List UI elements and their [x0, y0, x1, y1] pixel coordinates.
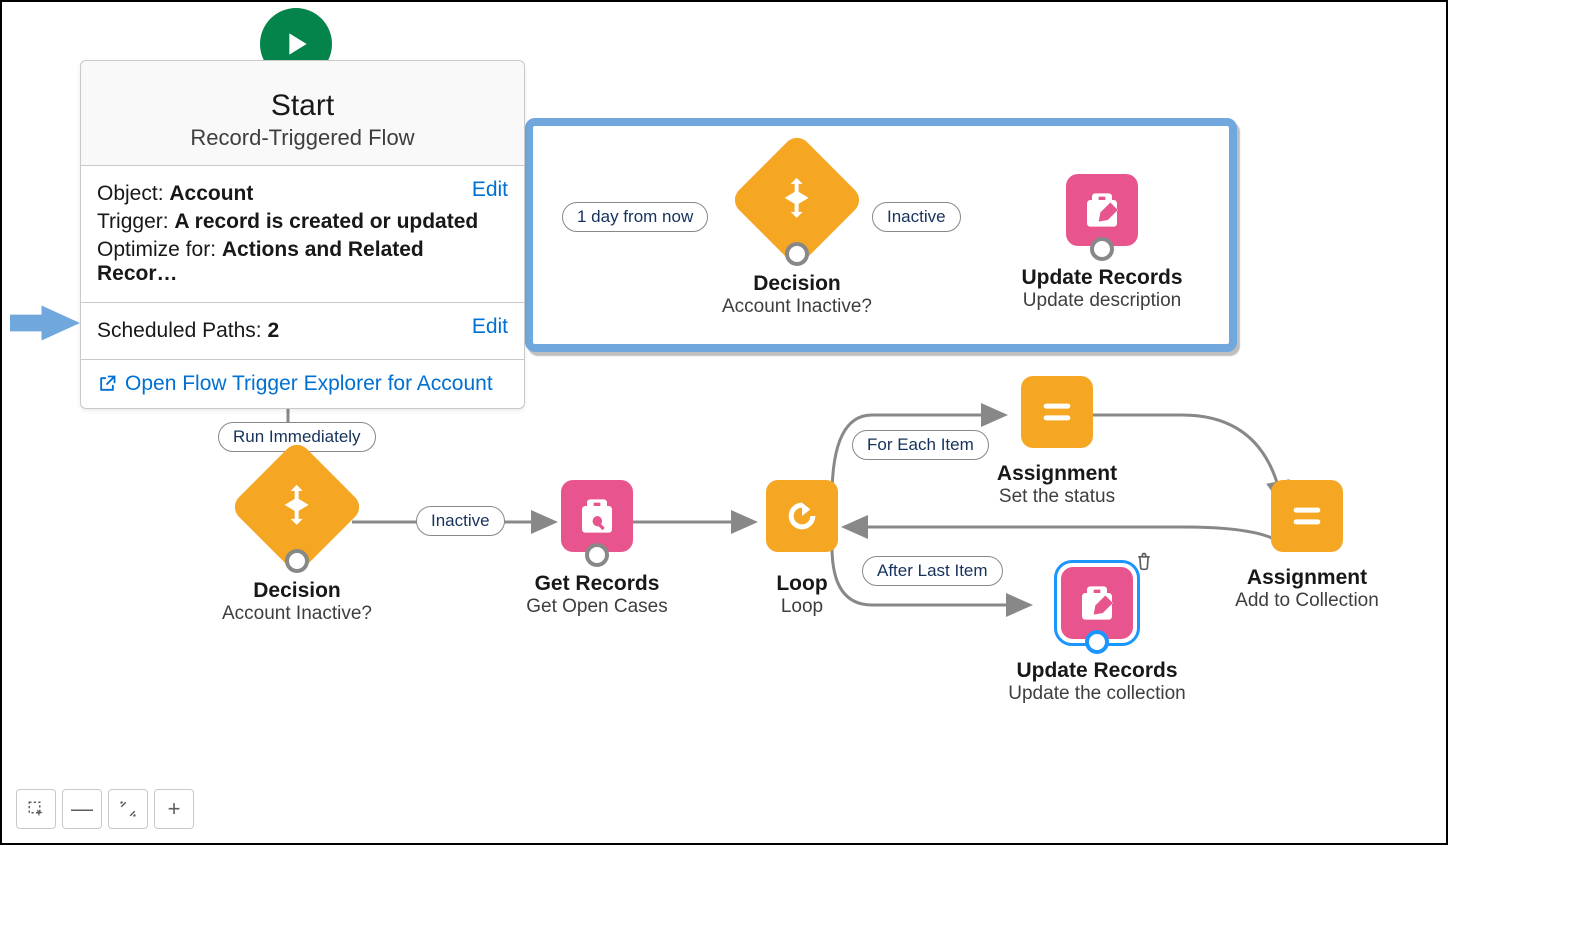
node-get-records[interactable]: Get Records Get Open Cases [512, 480, 682, 618]
node-assignment-collection[interactable]: Assignment Add to Collection [1212, 480, 1402, 612]
equals-icon [1287, 496, 1327, 536]
edit-start-config[interactable]: Edit [472, 178, 508, 202]
flow-canvas[interactable]: Start Record-Triggered Flow Edit Object:… [0, 0, 1448, 845]
node-title: Update Records [1002, 659, 1192, 683]
select-tool-button[interactable] [16, 789, 56, 829]
outcome-pill-inactive-scheduled[interactable]: Inactive [872, 202, 961, 232]
node-decision-scheduled[interactable]: Decision Account Inactive? [722, 152, 872, 318]
annotation-arrow-icon [10, 298, 80, 348]
decision-icon [273, 481, 321, 529]
node-sub: Get Open Cases [512, 596, 682, 618]
node-sub: Account Inactive? [722, 296, 872, 318]
start-config-section: Edit Object: Account Trigger: A record i… [81, 165, 524, 302]
start-title: Start [97, 89, 508, 123]
node-sub: Add to Collection [1212, 590, 1402, 612]
decision-icon [773, 174, 821, 222]
node-sub: Update the collection [1002, 683, 1192, 705]
node-title: Assignment [972, 462, 1142, 486]
after-last-pill[interactable]: After Last Item [862, 556, 1003, 586]
external-link-icon [97, 374, 117, 394]
scheduled-path-pill[interactable]: 1 day from now [562, 202, 708, 232]
node-update-records-scheduled[interactable]: Update Records Update description [1012, 174, 1192, 312]
scheduled-label: Scheduled Paths: [97, 319, 262, 342]
zoom-out-button[interactable]: — [62, 789, 102, 829]
node-title: Loop [752, 572, 852, 596]
equals-icon [1037, 392, 1077, 432]
node-sub: Account Inactive? [212, 603, 382, 625]
node-sub: Update description [1012, 290, 1192, 312]
scheduled-value: 2 [267, 319, 279, 342]
node-loop[interactable]: Loop Loop [752, 480, 852, 618]
fit-icon [119, 800, 137, 818]
trigger-value: A record is created or updated [174, 210, 478, 233]
loop-icon [782, 496, 822, 536]
node-title: Get Records [512, 572, 682, 596]
clipboard-edit-icon [1082, 190, 1122, 230]
clipboard-search-icon [577, 496, 617, 536]
trigger-label: Trigger: [97, 210, 169, 233]
node-sub: Loop [752, 596, 852, 618]
node-title: Assignment [1212, 566, 1402, 590]
node-sub: Set the status [972, 486, 1142, 508]
marquee-icon [27, 800, 45, 818]
node-update-collection[interactable]: Update Records Update the collection [1002, 567, 1192, 705]
scheduled-paths-section: Edit Scheduled Paths: 2 [81, 302, 524, 359]
zoom-in-button[interactable]: + [154, 789, 194, 829]
outcome-pill-inactive-main[interactable]: Inactive [416, 506, 505, 536]
node-title: Update Records [1012, 266, 1192, 290]
canvas-toolbar: — + [16, 789, 194, 829]
node-decision-main[interactable]: Decision Account Inactive? [212, 459, 382, 625]
node-assignment-status[interactable]: Assignment Set the status [972, 376, 1142, 508]
object-label: Object: [97, 182, 164, 205]
object-value: Account [169, 182, 253, 205]
start-subtitle: Record-Triggered Flow [97, 125, 508, 151]
fit-button[interactable] [108, 789, 148, 829]
for-each-pill[interactable]: For Each Item [852, 430, 989, 460]
explorer-link-text: Open Flow Trigger Explorer for Account [125, 372, 493, 396]
open-trigger-explorer-link[interactable]: Open Flow Trigger Explorer for Account [97, 372, 508, 396]
node-title: Decision [212, 579, 382, 603]
edit-scheduled-paths[interactable]: Edit [472, 315, 508, 339]
start-card[interactable]: Start Record-Triggered Flow Edit Object:… [80, 60, 525, 409]
node-title: Decision [722, 272, 872, 296]
optimize-label: Optimize for: [97, 238, 216, 261]
